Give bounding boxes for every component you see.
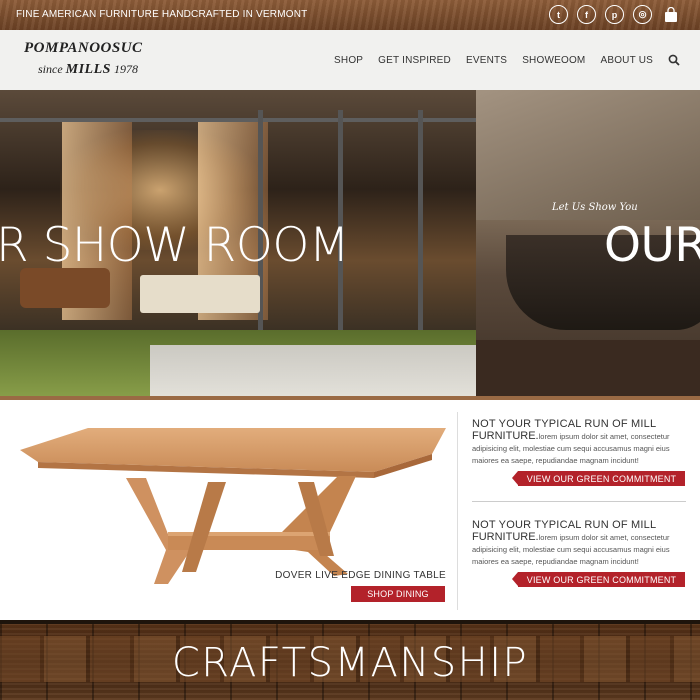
shopping-bag-icon[interactable] xyxy=(661,5,680,24)
craftsmanship-title: CRAFTSMANSHIP xyxy=(171,640,529,686)
hero-script-text: Let Us Show You xyxy=(552,202,638,213)
nav-events[interactable]: EVENTS xyxy=(466,55,507,66)
green-commitment-button[interactable]: VIEW OUR GREEN COMMITMENT xyxy=(512,572,685,587)
top-bar: FINE AMERICAN FURNITURE HANDCRAFTED IN V… xyxy=(0,0,700,30)
nav-shop[interactable]: SHOP xyxy=(334,55,363,66)
promo-title: NOT YOUR TYPICAL RUN OF MILL xyxy=(472,418,657,430)
pinterest-icon[interactable]: p xyxy=(605,5,624,24)
bed xyxy=(140,275,260,313)
logo-mills: MILLS xyxy=(65,62,111,77)
dining-table-image[interactable] xyxy=(18,422,458,592)
promo-title-cont: FURNITURE. xyxy=(472,430,539,442)
product-caption: DOVER LIVE EDGE DINING TABLE xyxy=(275,570,446,581)
green-commitment-button[interactable]: VIEW OUR GREEN COMMITMENT xyxy=(512,471,685,486)
promo-title-cont: FURNITURE. xyxy=(472,531,539,543)
promo-block-1: NOT YOUR TYPICAL RUN OF MILL FURNITURE.l… xyxy=(472,418,686,466)
promo-text: FURNITURE.lorem ipsum dolor sit amet, co… xyxy=(472,430,686,466)
promo-title: NOT YOUR TYPICAL RUN OF MILL xyxy=(472,519,657,531)
social-links: t f p ◎ xyxy=(549,5,680,24)
craftsmanship-banner: CRAFTSMANSHIP xyxy=(0,620,700,700)
logo-tagline: since MILLS 1978 xyxy=(38,62,138,78)
logo[interactable]: POMPANOOSUC since MILLS 1978 xyxy=(24,40,143,77)
bath-window xyxy=(476,90,700,220)
content-section: DOVER LIVE EDGE DINING TABLE SHOP DINING… xyxy=(0,400,700,620)
window-frame xyxy=(0,118,476,122)
shop-dining-button[interactable]: SHOP DINING xyxy=(351,586,445,602)
hero-slider[interactable]: R SHOW ROOM Let Us Show You OUR xyxy=(0,90,700,400)
twitter-icon[interactable]: t xyxy=(549,5,568,24)
search-icon[interactable] xyxy=(668,54,680,66)
instagram-icon[interactable]: ◎ xyxy=(633,5,652,24)
logo-since: since xyxy=(38,62,63,76)
divider xyxy=(457,412,458,610)
hero-headline-right: OUR xyxy=(604,218,700,273)
facebook-icon[interactable]: f xyxy=(577,5,596,24)
main-nav: SHOP GET INSPIRED EVENTS SHOWEOOM ABOUT … xyxy=(334,54,680,66)
nav-about-us[interactable]: ABOUT US xyxy=(600,55,653,66)
floor xyxy=(476,340,700,400)
window-frame xyxy=(418,110,423,340)
tagline: FINE AMERICAN FURNITURE HANDCRAFTED IN V… xyxy=(16,9,308,20)
logo-year: 1978 xyxy=(113,62,138,76)
site-header: POMPANOOSUC since MILLS 1978 SHOP GET IN… xyxy=(0,30,700,90)
hero-headline-left: R SHOW ROOM xyxy=(0,218,349,273)
promo-text: FURNITURE.lorem ipsum dolor sit amet, co… xyxy=(472,531,686,567)
logo-name: POMPANOOSUC xyxy=(24,40,143,56)
sofa xyxy=(20,268,110,308)
walkway xyxy=(150,345,480,400)
nav-showroom[interactable]: SHOWEOOM xyxy=(522,55,585,66)
promo-block-2: NOT YOUR TYPICAL RUN OF MILL FURNITURE.l… xyxy=(472,519,686,567)
divider xyxy=(472,501,686,502)
nav-get-inspired[interactable]: GET INSPIRED xyxy=(378,55,451,66)
